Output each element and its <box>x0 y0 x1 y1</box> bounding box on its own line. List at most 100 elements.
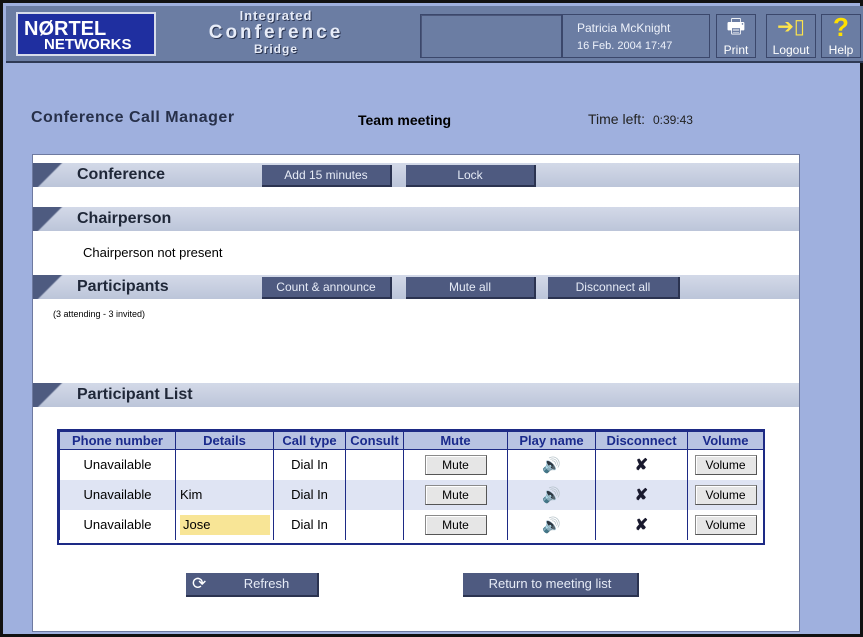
section-corner-decoration <box>33 163 67 187</box>
page-title: Conference Call Manager <box>31 109 235 126</box>
play-name-cell: 🔊 <box>507 479 596 510</box>
product-line-2: Conference <box>208 21 344 43</box>
logout-icon: ➔▯ <box>777 16 805 38</box>
print-label: Print <box>723 43 749 57</box>
product-name: Integrated Conference Bridge <box>181 9 371 55</box>
help-button[interactable]: ? Help <box>821 14 861 58</box>
phone-number-cell: Unavailable <box>59 479 176 510</box>
mute-button[interactable]: Mute <box>424 454 487 475</box>
disconnect-x-icon[interactable]: ✘ <box>635 517 648 534</box>
speaker-icon[interactable]: 🔊 <box>542 457 561 474</box>
time-left-label: Time left: <box>588 111 646 127</box>
mute-all-button[interactable]: Mute all <box>406 277 536 299</box>
disconnect-cell: ✘ <box>595 509 688 540</box>
app-header: NØRTEL NETWORKS Integrated Conference Br… <box>6 6 863 63</box>
main-panel: Conference Add 15 minutes Lock Chairpers… <box>32 154 800 632</box>
add-15-minutes-button[interactable]: Add 15 minutes <box>262 165 392 187</box>
play-name-cell: 🔊 <box>507 509 596 540</box>
chairperson-section-header: Chairperson <box>33 207 799 231</box>
disconnect-cell: ✘ <box>595 449 688 480</box>
column-header: Consult <box>345 431 404 450</box>
print-button[interactable]: 🖶 Print <box>716 14 756 58</box>
call-type-cell: Dial In <box>273 449 346 480</box>
participants-section-header: Participants Count & announce Mute all D… <box>33 275 799 299</box>
column-header: Phone number <box>59 431 176 450</box>
section-corner-decoration <box>33 383 67 407</box>
details-cell <box>175 449 274 480</box>
chairperson-title: Chairperson <box>77 210 172 227</box>
printer-icon: 🖶 <box>726 16 746 38</box>
table-header-row: Phone number Details Call type Consult M… <box>59 431 764 450</box>
column-header: Mute <box>403 431 508 450</box>
column-header: Disconnect <box>595 431 688 450</box>
participants-title: Participants <box>77 278 169 295</box>
consult-cell <box>345 449 404 480</box>
refresh-label: Refresh <box>243 576 290 591</box>
speaker-icon[interactable]: 🔊 <box>542 517 561 534</box>
consult-cell <box>345 509 404 540</box>
meeting-name: Team meeting <box>358 112 452 128</box>
title-row: Conference Call Manager Team meeting Tim… <box>31 109 831 129</box>
column-header: Volume <box>687 431 764 450</box>
details-cell: Jose <box>175 509 274 540</box>
mute-button[interactable]: Mute <box>424 484 487 505</box>
table-row: Unavailable Dial In Mute 🔊 ✘ Volume <box>59 449 764 480</box>
product-line-1: Integrated <box>239 8 313 23</box>
help-label: Help <box>828 43 854 57</box>
user-name: Patricia McKnight <box>577 21 671 35</box>
call-type-cell: Dial In <box>273 479 346 510</box>
conference-section-header: Conference Add 15 minutes Lock <box>33 163 799 187</box>
details-highlighted-value[interactable]: Jose <box>180 514 270 535</box>
volume-button[interactable]: Volume <box>694 484 757 505</box>
volume-cell: Volume <box>687 509 764 540</box>
volume-cell: Volume <box>687 479 764 510</box>
participant-list-title: Participant List <box>77 386 193 403</box>
lock-button[interactable]: Lock <box>406 165 536 187</box>
refresh-icon: ⟳ <box>192 574 207 593</box>
time-left-value: 0:39:43 <box>652 113 693 127</box>
question-mark-icon: ? <box>833 12 849 42</box>
play-name-cell: 🔊 <box>507 449 596 480</box>
nortel-logo: NØRTEL NETWORKS <box>16 12 156 56</box>
mute-cell: Mute <box>403 449 508 480</box>
conference-title: Conference <box>77 166 166 183</box>
disconnect-all-button[interactable]: Disconnect all <box>548 277 680 299</box>
product-line-3: Bridge <box>253 41 298 56</box>
mute-cell: Mute <box>403 509 508 540</box>
disconnect-x-icon[interactable]: ✘ <box>635 487 648 504</box>
disconnect-cell: ✘ <box>595 479 688 510</box>
volume-cell: Volume <box>687 449 764 480</box>
participant-list-section-header: Participant List <box>33 383 799 407</box>
mute-button[interactable]: Mute <box>424 514 487 535</box>
logout-label: Logout <box>772 43 810 57</box>
current-datetime: 16 Feb. 2004 17:47 <box>577 40 673 53</box>
table-row: Unavailable Jose Dial In Mute 🔊 ✘ Volume <box>59 509 764 540</box>
speaker-icon[interactable]: 🔊 <box>542 487 561 504</box>
table-row: Unavailable Kim Dial In Mute 🔊 ✘ Volume <box>59 479 764 510</box>
chairperson-status: Chairperson not present <box>83 245 223 260</box>
column-header: Play name <box>507 431 596 450</box>
call-type-cell: Dial In <box>273 509 346 540</box>
column-header: Details <box>175 431 274 450</box>
app-window: NØRTEL NETWORKS Integrated Conference Br… <box>0 0 863 637</box>
volume-button[interactable]: Volume <box>694 514 757 535</box>
section-corner-decoration <box>33 275 67 299</box>
volume-button[interactable]: Volume <box>694 454 757 475</box>
time-left: Time left: 0:39:43 <box>588 111 693 127</box>
consult-cell <box>345 479 404 510</box>
details-cell: Kim <box>175 479 274 510</box>
count-announce-button[interactable]: Count & announce <box>262 277 392 299</box>
logout-button[interactable]: ➔▯ Logout <box>766 14 816 58</box>
column-header: Call type <box>273 431 346 450</box>
phone-number-cell: Unavailable <box>59 509 176 540</box>
header-empty-box <box>420 14 562 58</box>
user-info: Patricia McKnight 16 Feb. 2004 17:47 <box>562 14 710 58</box>
refresh-button[interactable]: ⟳ Refresh <box>186 573 319 597</box>
attendance-summary: (3 attending - 3 invited) <box>53 309 146 319</box>
disconnect-x-icon[interactable]: ✘ <box>635 457 648 474</box>
section-corner-decoration <box>33 207 67 231</box>
logo-line-2: NETWORKS <box>44 36 132 53</box>
return-to-meeting-list-button[interactable]: Return to meeting list <box>463 573 639 597</box>
mute-cell: Mute <box>403 479 508 510</box>
participant-table: Phone number Details Call type Consult M… <box>57 429 765 545</box>
